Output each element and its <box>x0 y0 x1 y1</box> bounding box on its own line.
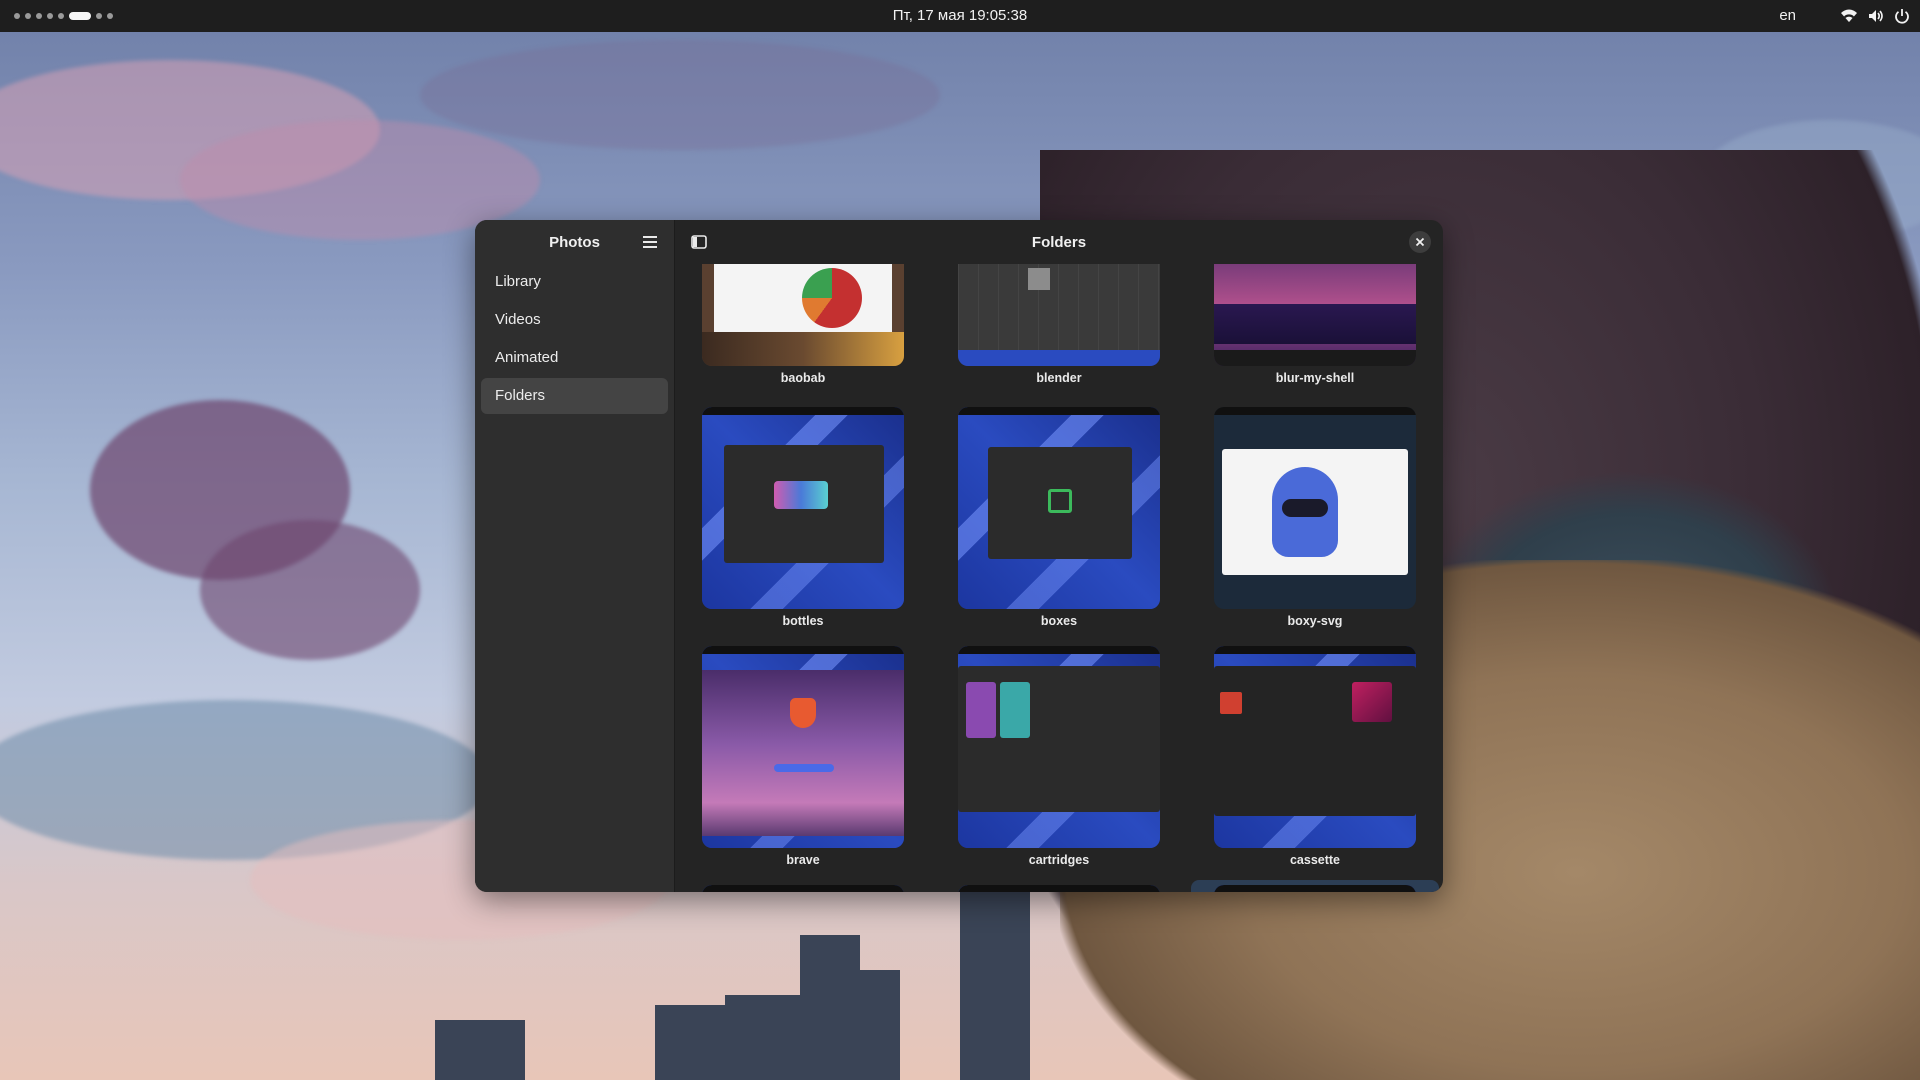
sidebar-item-library[interactable]: Library <box>481 264 668 300</box>
sidebar-item-videos[interactable]: Videos <box>481 302 668 338</box>
wifi-icon <box>1840 8 1858 24</box>
folder-tile[interactable]: boxy-svg <box>1214 407 1416 628</box>
folder-thumbnail <box>1214 646 1416 848</box>
folder-label: blender <box>1036 371 1082 385</box>
folder-label: baobab <box>780 371 826 385</box>
folder-tile[interactable]: blur-my-shell <box>1214 264 1416 385</box>
sidebar-nav: Library Videos Animated Folders <box>475 264 674 414</box>
clock-label[interactable]: Пт, 17 мая 19:05:38 <box>883 5 1038 26</box>
sidebar-toggle-button[interactable] <box>683 226 715 258</box>
close-button[interactable] <box>1409 231 1431 253</box>
folder-label: cassette <box>1289 853 1341 867</box>
system-tray[interactable] <box>1840 0 1910 32</box>
clock[interactable]: Пт, 17 мая 19:05:38 <box>0 7 1920 24</box>
folder-label: boxy-svg <box>1287 614 1343 628</box>
folder-tile[interactable] <box>702 885 904 892</box>
sidebar-header: Photos <box>475 220 674 264</box>
folder-tile[interactable]: cassette <box>1214 646 1416 867</box>
close-icon <box>1415 237 1425 247</box>
volume-icon <box>1868 8 1884 24</box>
sidebar: Photos Library Videos Animated Folders <box>475 220 675 892</box>
folder-tile[interactable]: cartridges <box>958 646 1160 867</box>
sidebar-item-folders[interactable]: Folders <box>481 378 668 414</box>
folder-thumbnail <box>702 264 904 366</box>
top-bar: Пт, 17 мая 19:05:38 en <box>0 0 1920 32</box>
folder-label: boxes <box>1040 614 1078 628</box>
photos-window: Photos Library Videos Animated Folders F… <box>475 220 1443 892</box>
folder-tile[interactable]: baobab <box>702 264 904 385</box>
folder-thumbnail <box>958 264 1160 366</box>
sidebar-toggle-icon <box>691 235 707 249</box>
folder-tile[interactable]: bottles <box>702 407 904 628</box>
folder-thumbnail <box>702 407 904 609</box>
folder-grid[interactable]: baobab blender blur-my-shell bottles box… <box>675 264 1443 892</box>
folder-thumbnail <box>702 885 904 892</box>
folder-label: cartridges <box>1028 853 1090 867</box>
main-menu-button[interactable] <box>634 226 666 258</box>
folder-tile[interactable]: blender <box>958 264 1160 385</box>
folder-tile[interactable] <box>958 885 1160 892</box>
folder-tile[interactable]: brave <box>702 646 904 867</box>
page-title: Folders <box>1031 233 1087 251</box>
sidebar-item-animated[interactable]: Animated <box>481 340 668 376</box>
folder-label: brave <box>786 853 820 867</box>
folder-thumbnail <box>1214 264 1416 366</box>
folder-label: blur-my-shell <box>1275 371 1355 385</box>
power-icon <box>1894 8 1910 24</box>
folder-label: bottles <box>782 614 824 628</box>
content-header: Folders <box>675 220 1443 264</box>
folder-thumbnail <box>702 646 904 848</box>
folder-thumbnail <box>1214 407 1416 609</box>
folder-thumbnail <box>1214 885 1416 892</box>
folder-thumbnail <box>958 885 1160 892</box>
keyboard-layout[interactable]: en <box>1779 7 1796 24</box>
folder-tile[interactable]: boxes <box>958 407 1160 628</box>
hamburger-icon <box>643 236 657 248</box>
folder-thumbnail <box>958 646 1160 848</box>
folder-thumbnail <box>958 407 1160 609</box>
content-pane: Folders baobab blender blur-my-shell bot… <box>675 220 1443 892</box>
